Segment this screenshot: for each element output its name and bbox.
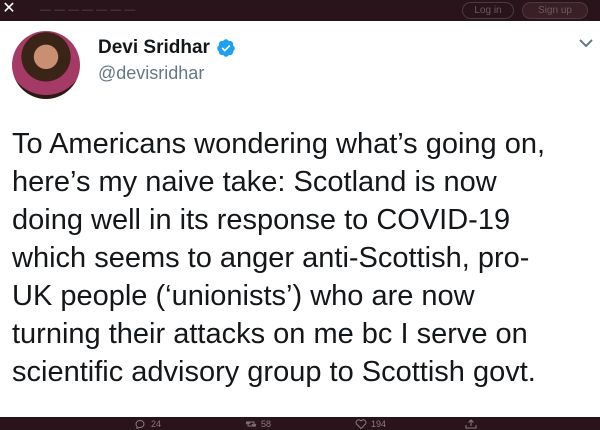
retweet-icon — [245, 421, 257, 427]
tweet-text-line: turning their attacks on me bc I serve o… — [12, 318, 528, 350]
share-button[interactable] — [465, 419, 481, 429]
heart-icon — [355, 419, 367, 429]
tweet-card: Devi Sridhar @devisridhar To Americans w… — [0, 21, 600, 417]
retweet-count: 58 — [261, 419, 272, 429]
tweet-text: To Americans wondering what’s going on, … — [12, 125, 596, 391]
tweet-text-line: scientific advisory group to Scottish go… — [12, 356, 536, 388]
author-handle[interactable]: @devisridhar — [98, 63, 204, 84]
retweet-button[interactable]: 58 — [245, 419, 271, 429]
verified-badge-icon — [217, 39, 235, 57]
reply-count: 24 — [151, 419, 162, 429]
login-button[interactable]: Log in — [462, 2, 514, 19]
close-icon[interactable]: ✕ — [0, 0, 18, 20]
reply-button[interactable]: 24 — [135, 419, 161, 429]
action-bar: 24 58 194 — [0, 417, 600, 430]
chevron-down-icon[interactable] — [578, 37, 594, 49]
reply-icon — [135, 420, 145, 429]
avatar[interactable] — [12, 31, 80, 99]
top-bar-faint-text: — — — — — — — — [40, 4, 136, 16]
like-count: 194 — [371, 419, 387, 429]
author-name-row: Devi Sridhar — [98, 37, 236, 59]
tweet-text-line: here’s my naive take: Scotland is now — [12, 166, 497, 198]
share-icon — [465, 419, 477, 429]
author-name[interactable]: Devi Sridhar — [98, 37, 210, 59]
tweet-text-line: doing well in its response to COVID-19 — [12, 204, 511, 236]
like-button[interactable]: 194 — [355, 419, 386, 429]
tweet-text-line: UK people (‘unionists’) who are now — [12, 280, 475, 312]
tweet-text-line: which seems to anger anti-Scottish, pro- — [12, 242, 530, 274]
tweet-text-line: To Americans wondering what’s going on, — [12, 128, 546, 160]
signup-button[interactable]: Sign up — [522, 2, 588, 19]
top-bar: ✕ — — — — — — — Log in Sign up — [0, 0, 600, 22]
